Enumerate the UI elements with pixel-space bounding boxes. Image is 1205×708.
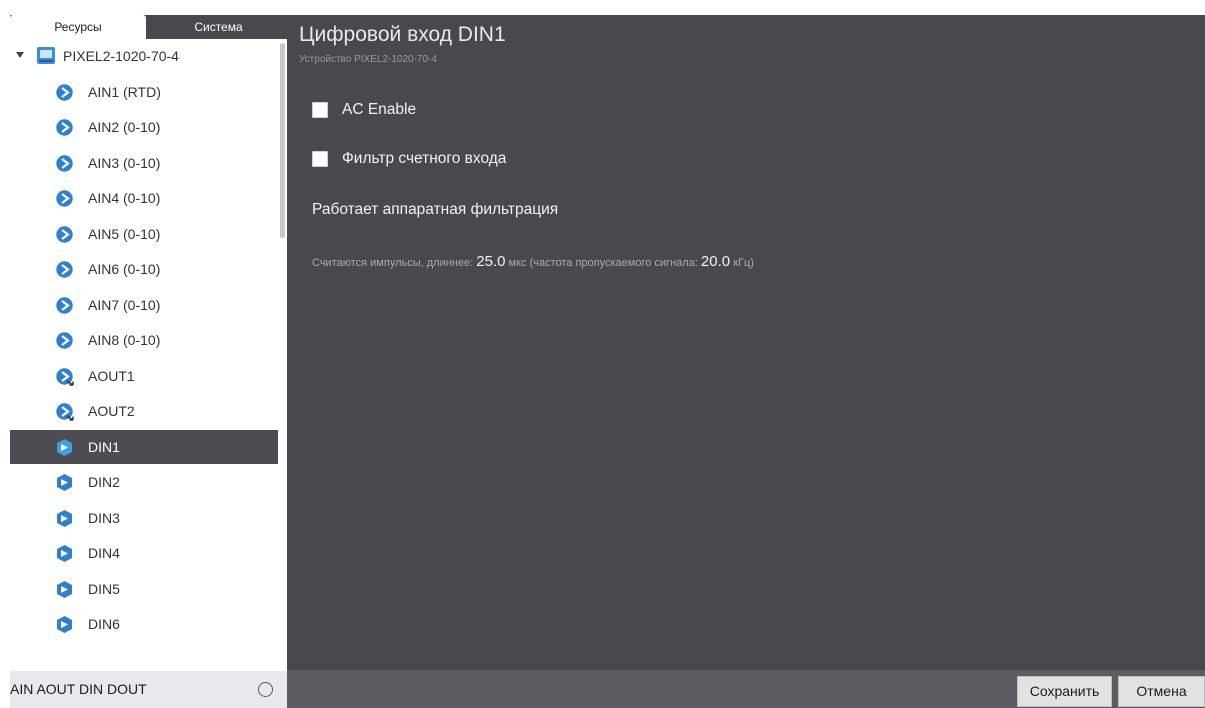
digital-input-icon (55, 509, 74, 528)
tree-item-label: AIN3 (0-10) (88, 154, 161, 171)
tree-item-ain6[interactable]: AIN6 (0-10) (10, 252, 278, 286)
main-panel: Цифровой вход DIN1 Устройство PIXEL2-102… (287, 15, 1205, 708)
tree-item-ain7[interactable]: AIN7 (0-10) (10, 288, 278, 322)
tree-item-aout1[interactable]: AOUT1 (10, 359, 278, 393)
tree-root-device[interactable]: PIXEL2-1020-70-4 (10, 39, 278, 73)
tree-item-din4[interactable]: DIN4 (10, 536, 278, 570)
analog-input-icon (55, 296, 74, 315)
filter-bar: AIN AOUT DIN DOUT (10, 671, 287, 708)
filter-radio[interactable] (258, 682, 273, 697)
pulse-info: Считаются импульсы, длиннее: 25.0 мкс (ч… (312, 253, 754, 270)
filter-types-text[interactable]: AIN AOUT DIN DOUT (10, 671, 147, 708)
analog-input-icon (55, 260, 74, 279)
pulse-duration-unit: мкс (508, 257, 527, 269)
digital-input-icon (55, 544, 74, 563)
digital-input-icon (55, 580, 74, 599)
tree-item-ain1[interactable]: AIN1 (RTD) (10, 75, 278, 109)
tree-item-label: DIN6 (88, 616, 120, 632)
tree-item-label: AIN8 (0-10) (88, 332, 161, 348)
tree-item-label: DIN5 (88, 580, 120, 597)
tree-item-ain2[interactable]: AIN2 (0-10) (10, 110, 278, 144)
app-window: Ресурсы Система PIXEL2-1020-70-4 AIN1 (RT… (10, 15, 1205, 708)
counter-filter-checkbox[interactable]: Фильтр счетного входа (312, 148, 506, 170)
tree-item-din2[interactable]: DIN2 (10, 465, 278, 499)
footer-bar: Сохранить Отмена (287, 670, 1205, 708)
analog-output-icon (55, 402, 74, 421)
ac-enable-label: AC Enable (342, 101, 417, 118)
digital-input-icon (55, 473, 74, 492)
tree-item-label: AIN1 (RTD) (88, 83, 161, 100)
pulse-freq-value: 20.0 (700, 253, 731, 270)
analog-input-icon (55, 83, 74, 102)
analog-output-icon (55, 367, 74, 386)
analog-input-icon (55, 331, 74, 350)
tree-item-din3[interactable]: DIN3 (10, 501, 278, 535)
tree-item-label: DIN4 (88, 545, 120, 561)
sidebar-tabs: Ресурсы Система (10, 15, 287, 39)
analog-input-icon (55, 154, 74, 173)
tree-item-ain5[interactable]: AIN5 (0-10) (10, 217, 278, 251)
tree-item-ain8[interactable]: AIN8 (0-10) (10, 323, 278, 357)
resource-tree: PIXEL2-1020-70-4 AIN1 (RTD) AIN2 (0-10) AIN… (10, 39, 287, 671)
tab-system[interactable]: Система (150, 15, 287, 39)
tree-item-din6[interactable]: DIN6 (10, 607, 278, 641)
tree-item-label: DIN1 (88, 438, 120, 455)
expand-caret-icon[interactable] (16, 52, 24, 58)
tree-item-label: AIN6 (0-10) (88, 261, 161, 277)
page-subtitle: Устройство PIXEL2-1020-70-4 (299, 54, 437, 65)
tree-item-label: AOUT2 (88, 403, 135, 419)
tree-root-label: PIXEL2-1020-70-4 (63, 48, 179, 64)
tree-item-label: DIN3 (88, 509, 120, 526)
tree-item-din1[interactable]: DIN1 (10, 429, 278, 464)
tree-item-label: AIN2 (0-10) (88, 119, 161, 135)
save-button[interactable]: Сохранить (1017, 676, 1112, 707)
counter-filter-checkbox-box[interactable] (312, 151, 328, 167)
ac-enable-checkbox-box[interactable] (312, 102, 328, 118)
tree-item-din5[interactable]: DIN5 (10, 572, 278, 606)
hardware-filter-note: Работает аппаратная фильтрация (312, 201, 559, 218)
pulse-prefix: Считаются импульсы, длиннее: (312, 257, 474, 269)
tree-item-label: AIN7 (0-10) (88, 296, 161, 313)
tree-item-label: AIN4 (0-10) (88, 190, 161, 206)
pulse-freq-unit: кГц) (733, 257, 754, 269)
pulse-freq-prefix: (частота пропускаемого сигнала: (529, 257, 698, 269)
digital-input-icon (55, 438, 74, 457)
pulse-duration-value: 25.0 (476, 253, 506, 270)
ac-enable-checkbox[interactable]: AC Enable (312, 99, 416, 121)
analog-input-icon (55, 118, 74, 137)
page-title: Цифровой вход DIN1 (299, 23, 506, 46)
counter-filter-label: Фильтр счетного входа (342, 150, 507, 167)
tab-resources[interactable]: Ресурсы (10, 15, 146, 39)
tree-item-label: AOUT1 (88, 367, 135, 384)
tree-item-label: DIN2 (88, 474, 120, 490)
tree-item-label: AIN5 (0-10) (88, 225, 161, 242)
analog-input-icon (55, 189, 74, 208)
tree-item-ain4[interactable]: AIN4 (0-10) (10, 181, 278, 215)
tree-item-ain3[interactable]: AIN3 (0-10) (10, 146, 278, 180)
analog-input-icon (55, 225, 74, 244)
device-icon (34, 45, 58, 67)
tree-item-aout2[interactable]: AOUT2 (10, 394, 278, 428)
digital-input-icon (55, 615, 74, 634)
sidebar: Ресурсы Система PIXEL2-1020-70-4 AIN1 (RT… (10, 15, 287, 708)
tree-scrollbar-thumb[interactable] (280, 43, 285, 238)
cancel-button[interactable]: Отмена (1118, 676, 1205, 707)
